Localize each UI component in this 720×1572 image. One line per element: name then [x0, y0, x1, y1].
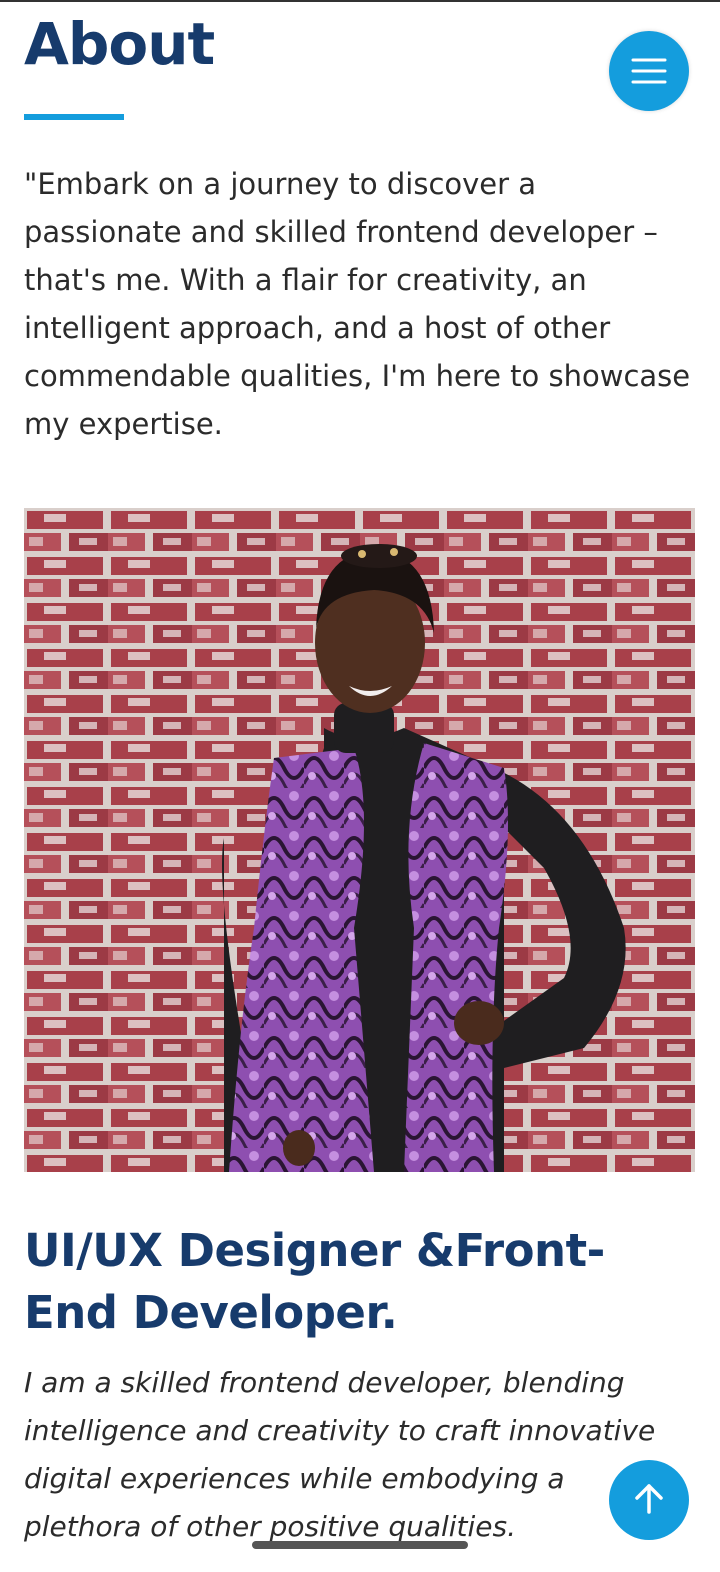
- role-description: I am a skilled frontend developer, blend…: [24, 1366, 656, 1543]
- profile-photo: [24, 508, 695, 1172]
- role-title: UI/UX Designer &Front-End Developer.: [24, 1224, 605, 1339]
- back-to-top-button[interactable]: [609, 1460, 689, 1540]
- home-indicator[interactable]: [252, 1541, 468, 1549]
- menu-toggle-button[interactable]: [609, 31, 689, 111]
- arrow-up-icon: [632, 1482, 666, 1519]
- hamburger-menu-icon: [631, 55, 667, 87]
- about-intro-text: "Embark on a journey to discover a passi…: [24, 167, 691, 441]
- top-border: [0, 0, 720, 2]
- section-title: About: [24, 10, 215, 78]
- title-underline: [24, 114, 124, 120]
